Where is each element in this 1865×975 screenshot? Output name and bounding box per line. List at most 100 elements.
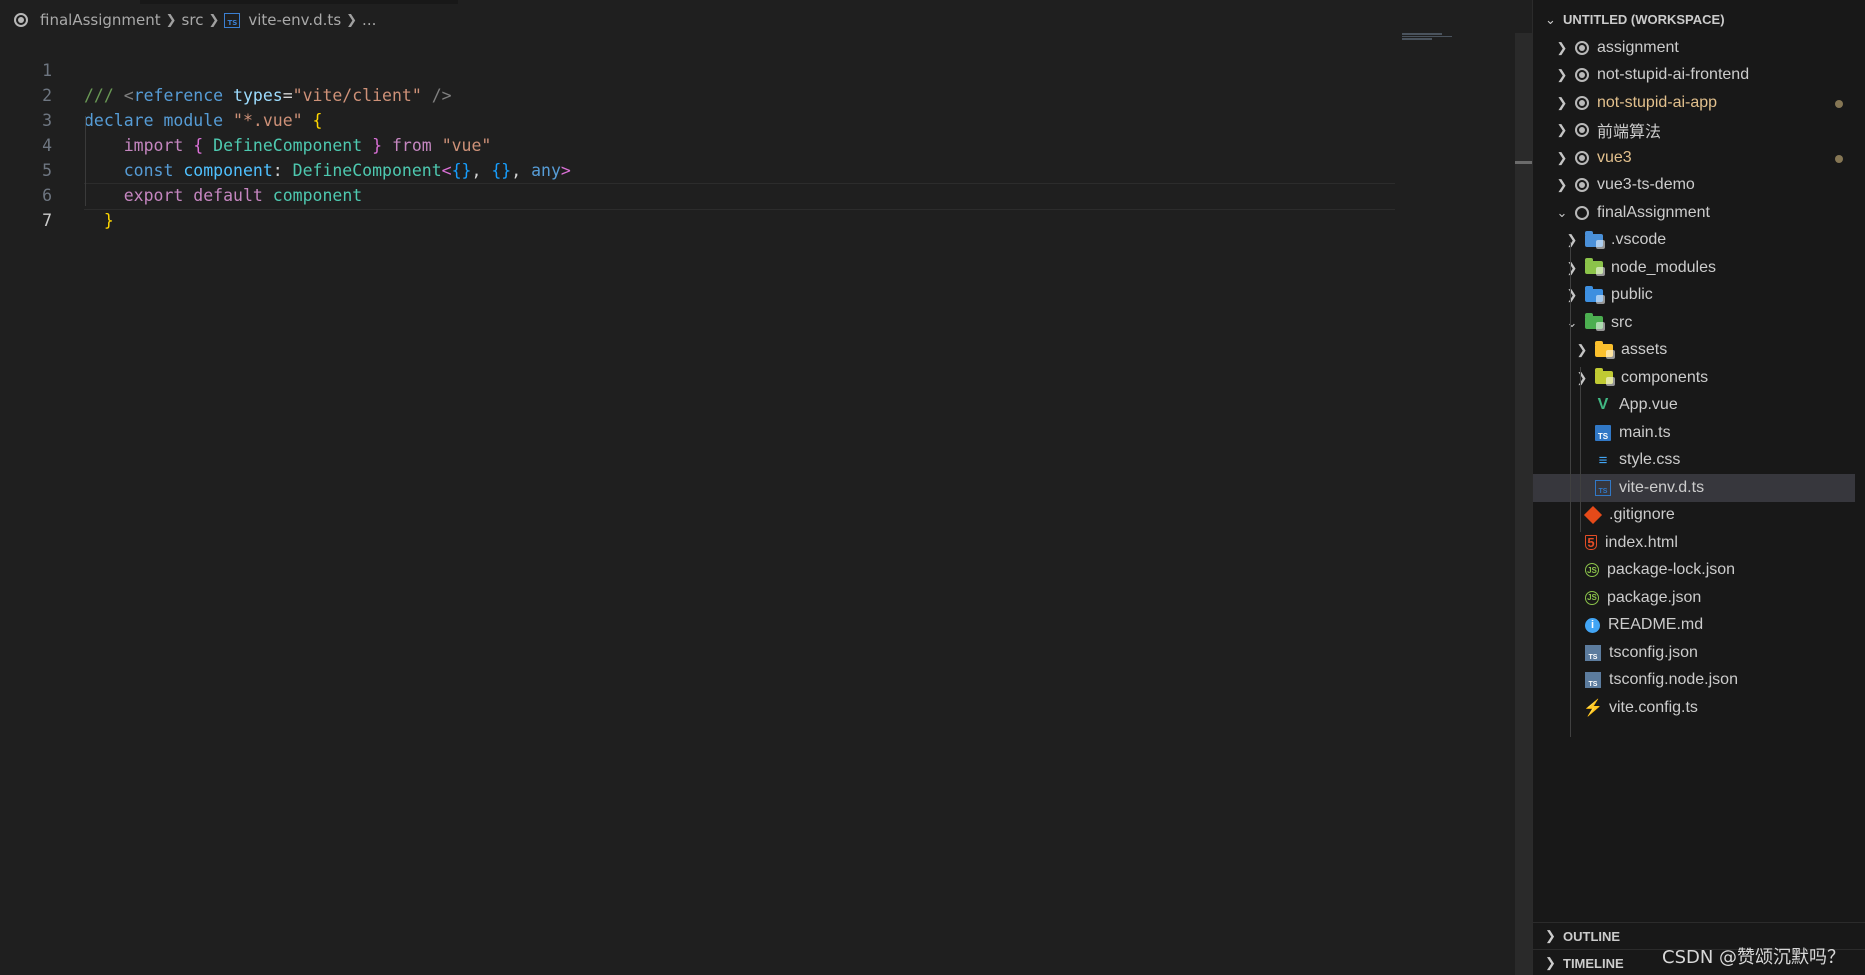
tree-item-vue3[interactable]: ❯ vue3 (1533, 144, 1855, 172)
tree-item-label: .gitignore (1609, 506, 1675, 524)
breadcrumb-file[interactable]: vite-env.d.ts (248, 11, 341, 29)
tree-item-package-lock-json[interactable]: JS package-lock.json (1533, 557, 1855, 585)
tree-item-not-stupid-ai-frontend[interactable]: ❯ not-stupid-ai-frontend (1533, 62, 1855, 90)
breadcrumb-symbols[interactable]: ... (362, 11, 376, 29)
line-number: 7 (42, 211, 52, 230)
tree-item-index-html[interactable]: 5 index.html (1533, 529, 1855, 557)
chevron-right-icon: ❯ (1556, 122, 1568, 138)
tree-item-label: vite.config.ts (1609, 698, 1698, 716)
chevron-right-icon: ❯ (1556, 149, 1568, 165)
tree-item-label: vite-env.d.ts (1619, 478, 1705, 496)
src-folder-icon (1585, 313, 1605, 332)
tree-item-tsconfig-json[interactable]: TS tsconfig.json (1533, 639, 1855, 667)
code-line[interactable]: 5 export default component (0, 133, 1395, 205)
chevron-down-icon: ⌄ (1545, 11, 1556, 27)
editor-pane[interactable]: finalAssignment ❯ src ❯ TS vite-env.d.ts… (0, 0, 1532, 975)
code-line[interactable]: 2 declare module "*.vue" { (0, 58, 1395, 130)
tree-item-gitignore[interactable]: .gitignore (1533, 502, 1855, 530)
tree-item-style-css[interactable]: ≡ style.css (1533, 447, 1855, 475)
code-token: } (103, 211, 114, 230)
typescript-file-icon: TS (224, 12, 241, 28)
repo-icon (14, 13, 28, 27)
minimap[interactable] (1402, 33, 1452, 43)
timeline-title: TIMELINE (1563, 955, 1624, 971)
typescript-declaration-icon: TS (1595, 479, 1611, 496)
tree-item-label: vue3-ts-demo (1597, 176, 1695, 194)
outline-title: OUTLINE (1563, 928, 1621, 944)
breadcrumb-root[interactable]: finalAssignment (40, 11, 161, 29)
tree-item-vite-config-ts[interactable]: ⚡ vite.config.ts (1533, 694, 1855, 722)
tree-item-vue3-ts-demo[interactable]: ❯ vue3-ts-demo (1533, 172, 1855, 200)
tree-item-assignment[interactable]: ❯ assignment (1533, 34, 1855, 62)
chevron-right-icon: ❯ (1545, 928, 1556, 943)
tree-item-label: style.css (1619, 451, 1681, 469)
tree-item-frontend-algorithms[interactable]: ❯ 前端算法 (1533, 117, 1855, 145)
tree-item-not-stupid-ai-app[interactable]: ❯ not-stupid-ai-app (1533, 89, 1855, 117)
tree-item-label: package.json (1607, 588, 1702, 606)
chevron-right-icon: ❯ (1566, 259, 1578, 275)
workspace-section-header[interactable]: ⌄ UNTITLED (WORKSPACE) (1533, 6, 1865, 33)
tree-item-label: package-lock.json (1607, 561, 1736, 579)
chevron-right-icon: ❯ (1556, 39, 1568, 55)
info-icon: i (1585, 617, 1600, 633)
code-line-current[interactable]: 7 (0, 183, 1395, 230)
breadcrumb-folder[interactable]: src (182, 11, 204, 29)
tree-item-label: App.vue (1619, 396, 1678, 414)
tree-item-label: public (1611, 286, 1653, 304)
tree-item-label: node_modules (1611, 258, 1716, 276)
tree-item-label: main.ts (1619, 423, 1671, 441)
chevron-down-icon: ⌄ (1556, 204, 1568, 220)
tree-item-components[interactable]: ❯ components (1533, 364, 1855, 392)
chevron-right-icon: ❯ (346, 12, 358, 28)
editor-scrollbar[interactable] (1515, 33, 1532, 975)
tree-item-finalassignment[interactable]: ⌄ finalAssignment (1533, 199, 1855, 227)
code-line[interactable]: 3 import { DefineComponent } from "vue" (0, 83, 1395, 155)
indent-guide (85, 116, 86, 206)
chevron-right-icon: ❯ (1576, 369, 1588, 385)
components-folder-icon (1595, 368, 1615, 387)
code-area[interactable]: 1 /// <reference types="vite/client" /> … (0, 33, 1395, 230)
workspace-title: UNTITLED (WORKSPACE) (1563, 12, 1725, 27)
tree-indent-guide (1580, 367, 1581, 532)
code-line[interactable]: 4 const component: DefineComponent<{}, {… (0, 108, 1395, 180)
tree-item-label: tsconfig.node.json (1609, 671, 1738, 689)
tree-item-label: finalAssignment (1597, 203, 1710, 221)
tree-item-main-ts[interactable]: TS main.ts (1533, 419, 1855, 447)
tree-item-label: 前端算法 (1597, 124, 1662, 142)
tree-item-node-modules[interactable]: ❯ node_modules (1533, 254, 1855, 282)
chevron-right-icon: ❯ (1566, 232, 1578, 248)
repo-icon (1575, 178, 1589, 193)
typescript-file-icon: TS (1595, 424, 1611, 441)
tab-strip (140, 0, 458, 4)
tree-item-label: assignment (1597, 38, 1679, 56)
tsconfig-file-icon: TS (1585, 672, 1601, 689)
tree-item-label: src (1611, 313, 1633, 331)
tree-item-label: not-stupid-ai-frontend (1597, 66, 1750, 84)
tree-item-app-vue[interactable]: V App.vue (1533, 392, 1855, 420)
tree-item-vite-env-d-ts[interactable]: TS vite-env.d.ts (1533, 474, 1855, 502)
tree-item-label: index.html (1605, 533, 1678, 551)
modified-dot-icon (1835, 100, 1843, 108)
code-line[interactable]: 1 /// <reference types="vite/client" /> (0, 33, 1395, 105)
tree-item-src[interactable]: ⌄ src (1533, 309, 1855, 337)
chevron-right-icon: ❯ (1556, 177, 1568, 193)
assets-folder-icon (1595, 340, 1615, 359)
tree-item-tsconfig-node-json[interactable]: TS tsconfig.node.json (1533, 667, 1855, 695)
html-file-icon: 5 (1585, 535, 1597, 551)
chevron-right-icon: ❯ (165, 12, 177, 28)
tree-item-label: .vscode (1611, 231, 1667, 249)
tree-item-assets[interactable]: ❯ assets (1533, 337, 1855, 365)
repo-icon (1575, 40, 1589, 55)
tree-indent-guide (1570, 242, 1571, 737)
tree-item-vscode[interactable]: ❯ .vscode (1533, 227, 1855, 255)
vscode-folder-icon (1585, 230, 1605, 249)
chevron-right-icon: ❯ (1556, 94, 1568, 110)
chevron-right-icon: ❯ (1566, 287, 1578, 303)
tree-item-readme-md[interactable]: i README.md (1533, 612, 1855, 640)
modified-dot-icon (1835, 155, 1843, 163)
repo-icon (1575, 123, 1589, 138)
tree-item-package-json[interactable]: JS package.json (1533, 584, 1855, 612)
tree-item-public[interactable]: ❯ public (1533, 282, 1855, 310)
code-line[interactable]: 6 } (0, 158, 1395, 230)
tree-item-label: assets (1621, 341, 1668, 359)
